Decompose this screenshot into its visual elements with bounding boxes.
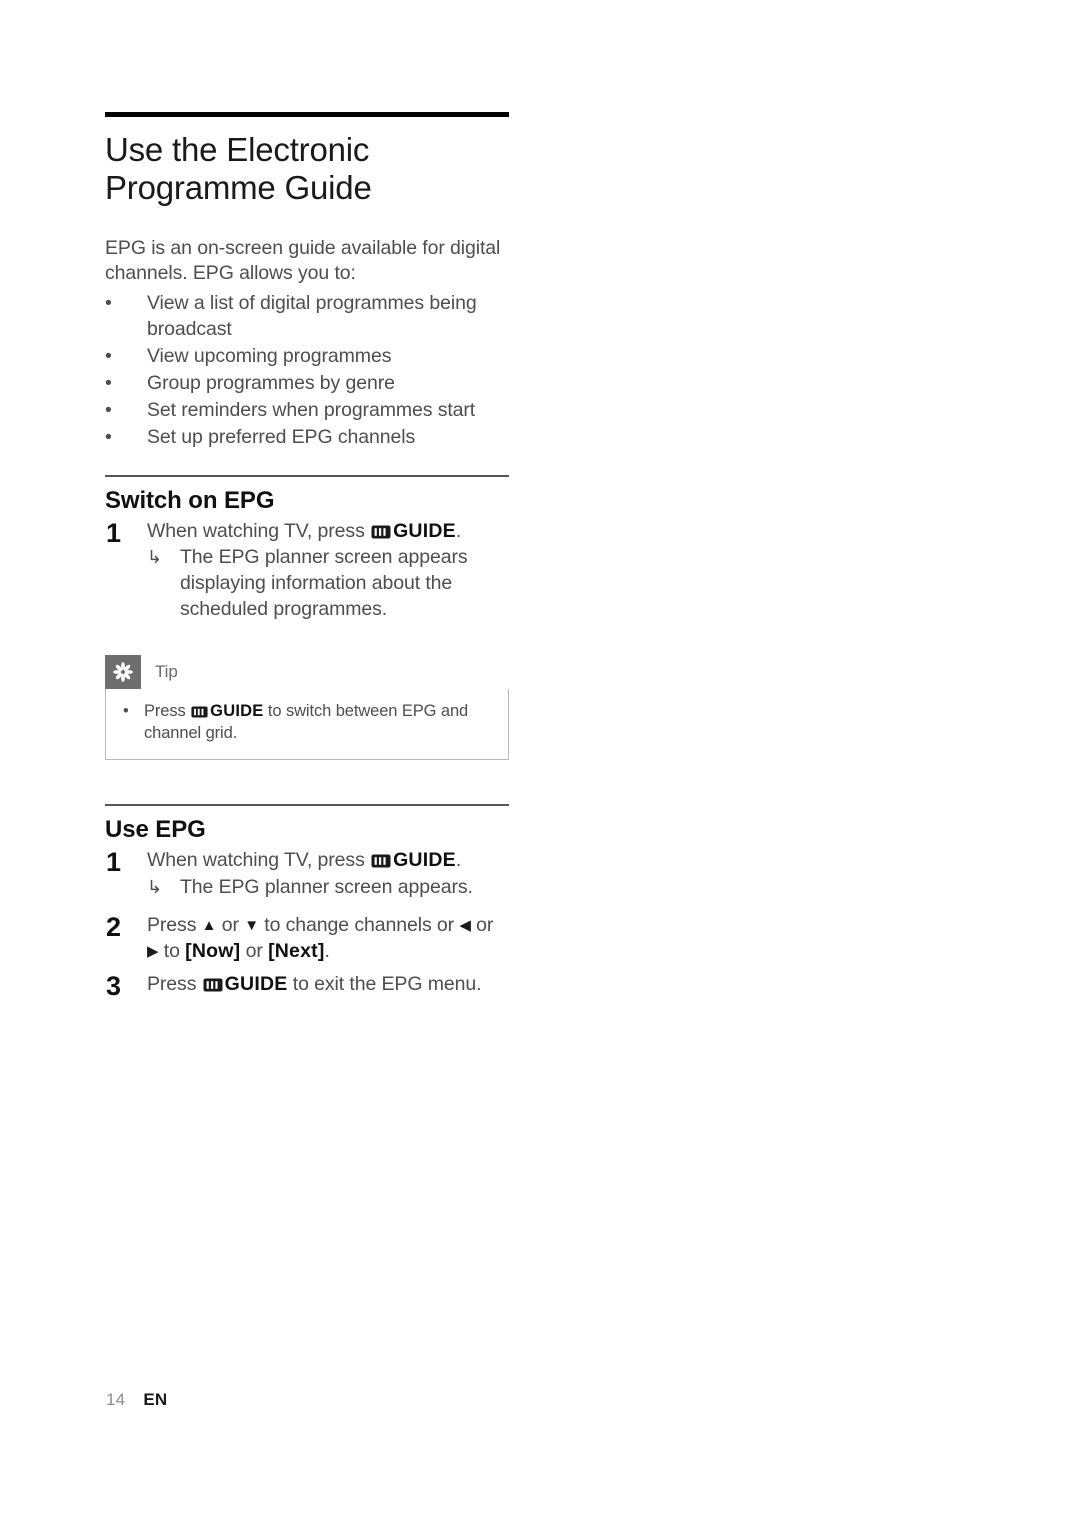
tip-asterisk-icon xyxy=(105,655,141,690)
section-switch-on-epg: Switch on EPG 1 When watching TV, press … xyxy=(105,474,509,760)
step-text: Press ▲ or ▼ to change channels or ◀ or … xyxy=(147,913,509,965)
section-heading: Use EPG xyxy=(105,815,206,843)
step-text-part5: to xyxy=(158,939,186,962)
chapter-title-rule xyxy=(105,112,509,117)
step-number: 1 xyxy=(106,517,122,548)
step-text-part7: . xyxy=(324,939,330,962)
arrow-left-icon: ◀ xyxy=(459,916,471,934)
page-number: 14 xyxy=(106,1390,126,1409)
list-item: • View a list of digital programmes bein… xyxy=(105,291,509,343)
step-text-part2: or xyxy=(216,913,245,936)
tip-text-before: Press xyxy=(144,702,191,721)
step-text-part6: or xyxy=(240,939,269,962)
step-text: When watching TV, press GUIDE. xyxy=(147,848,509,874)
tip-label: Tip xyxy=(155,662,178,682)
step-number: 2 xyxy=(106,911,122,942)
key-label: GUIDE xyxy=(393,519,456,542)
page-footer: 14 EN xyxy=(106,1390,167,1410)
guide-key-icon xyxy=(371,525,391,539)
menu-option-now: [Now] xyxy=(185,939,241,962)
step-result: ↳ The EPG planner screen appears. xyxy=(147,875,509,901)
tip-body: • Press GUIDE to switch between EPG and … xyxy=(105,689,509,760)
result-arrow-icon: ↳ xyxy=(147,876,162,897)
list-item-label: View upcoming programmes xyxy=(147,344,392,367)
list-item: • Set up preferred EPG channels xyxy=(105,425,509,451)
step-text: Press GUIDE to exit the EPG menu. xyxy=(147,972,509,998)
list-item: • View upcoming programmes xyxy=(105,344,509,370)
key-label: GUIDE xyxy=(210,702,264,721)
bullet-marker-icon: • xyxy=(105,398,112,421)
bullet-marker-icon: • xyxy=(123,702,129,721)
list-item-label: Group programmes by genre xyxy=(147,371,395,394)
arrow-up-icon: ▲ xyxy=(201,916,217,934)
result-text: The EPG planner screen appears displayin… xyxy=(180,546,468,621)
tip-header: Tip xyxy=(105,655,509,690)
page-title: Use the Electronic Programme Guide xyxy=(105,131,372,207)
step-item: 3 Press GUIDE to exit the EPG menu. xyxy=(105,971,509,1001)
step-result: ↳ The EPG planner screen appears display… xyxy=(147,545,509,623)
guide-key-icon xyxy=(203,978,223,992)
step-text-part3: to change channels or xyxy=(258,913,460,936)
list-item-label: View a list of digital programmes being … xyxy=(147,292,477,340)
step-text-after: . xyxy=(455,848,462,871)
step-number: 1 xyxy=(106,846,122,877)
list-item: • Group programmes by genre xyxy=(105,371,509,397)
list-item-label: Set reminders when programmes start xyxy=(147,398,476,421)
section-heading: Switch on EPG xyxy=(105,486,275,514)
bullet-marker-icon: • xyxy=(105,344,112,367)
arrow-right-icon: ▶ xyxy=(147,942,159,960)
bullet-marker-icon: • xyxy=(105,292,112,314)
section-divider xyxy=(105,474,509,477)
list-item: • Set reminders when programmes start xyxy=(105,398,509,424)
step-item: 1 When watching TV, press GUIDE. ↳ The E… xyxy=(105,517,509,624)
step-text-before: When watching TV, press xyxy=(147,848,371,871)
step-number: 3 xyxy=(106,971,122,1002)
step-item: 2 Press ▲ or ▼ to change channels or ◀ o… xyxy=(105,911,509,965)
step-text-before: Press xyxy=(147,973,202,996)
section-divider xyxy=(105,803,509,806)
step-text: When watching TV, press GUIDE. xyxy=(147,519,509,545)
tip-callout: Tip • Press GUIDE to switch between EPG … xyxy=(105,655,509,760)
bullet-marker-icon: • xyxy=(105,425,112,448)
feature-bullet-list: • View a list of digital programmes bein… xyxy=(105,291,509,451)
bullet-marker-icon: • xyxy=(105,371,112,394)
arrow-down-icon: ▼ xyxy=(244,916,259,934)
list-item-label: Set up preferred EPG channels xyxy=(147,425,416,448)
guide-key-icon xyxy=(371,854,391,868)
step-text-after: . xyxy=(455,519,462,542)
step-text-before: When watching TV, press xyxy=(147,519,371,542)
section-use-epg: Use EPG 1 When watching TV, press GUIDE.… xyxy=(105,803,509,1001)
step-text-part1: Press xyxy=(147,913,202,936)
key-label: GUIDE xyxy=(224,973,288,996)
menu-option-next: [Next] xyxy=(268,939,325,962)
tip-bullet-item: • Press GUIDE to switch between EPG and … xyxy=(120,701,494,745)
manual-page: Use the Electronic Programme Guide EPG i… xyxy=(0,0,1080,1527)
step-item: 1 When watching TV, press GUIDE. ↳ The E… xyxy=(105,846,509,901)
result-text: The EPG planner screen appears. xyxy=(180,875,473,898)
guide-key-icon xyxy=(191,706,208,718)
step-text-part4: or xyxy=(470,913,494,936)
key-label: GUIDE xyxy=(393,848,456,871)
page-content-column: Use the Electronic Programme Guide EPG i… xyxy=(105,112,509,1001)
result-arrow-icon: ↳ xyxy=(147,547,162,568)
tip-text: Press GUIDE to switch between EPG and ch… xyxy=(144,702,468,742)
intro-paragraph: EPG is an on-screen guide available for … xyxy=(105,236,501,285)
step-text-after: to exit the EPG menu. xyxy=(287,973,482,996)
language-code: EN xyxy=(143,1390,168,1409)
